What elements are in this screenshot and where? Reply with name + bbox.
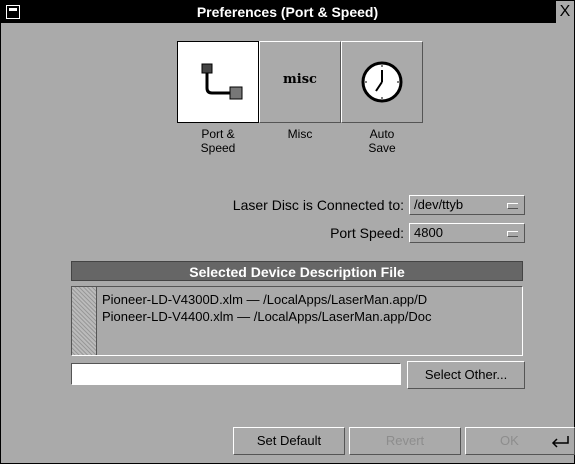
tab-misc[interactable]: misc	[259, 41, 341, 123]
select-other-button[interactable]: Select Other...	[407, 361, 525, 389]
list-item[interactable]: Pioneer-LD-V4300D.xlm — /LocalApps/Laser…	[102, 292, 427, 308]
ok-label: OK	[500, 433, 519, 448]
tab-misc-label: Misc	[287, 127, 313, 141]
device-section-header: Selected Device Description File	[71, 261, 523, 281]
tab-port-speed[interactable]	[177, 41, 259, 123]
device-file-list[interactable]: Pioneer-LD-V4300D.xlm — /LocalApps/Laser…	[71, 286, 523, 356]
title-bar[interactable]: Preferences (Port & Speed) X	[1, 1, 574, 23]
ok-button[interactable]: OK	[465, 427, 575, 455]
miniaturize-icon[interactable]	[6, 5, 20, 19]
tab-port-speed-label: Port & Speed	[200, 127, 236, 155]
close-icon[interactable]: X	[556, 1, 574, 23]
popup-arrow-icon	[507, 231, 518, 237]
set-default-button[interactable]: Set Default	[233, 427, 345, 455]
port-value: /dev/ttyb	[414, 197, 464, 212]
speed-label: Port Speed:	[330, 225, 404, 241]
return-key-icon	[551, 436, 569, 448]
speed-value: 4800	[414, 225, 443, 240]
tab-auto-save[interactable]	[341, 41, 423, 123]
list-scrollbar[interactable]	[72, 287, 97, 355]
preferences-window: Preferences (Port & Speed) X misc Port &…	[0, 0, 575, 464]
port-label: Laser Disc is Connected to:	[232, 197, 404, 213]
device-path-field[interactable]	[71, 363, 401, 385]
misc-icon: misc	[283, 72, 317, 87]
cable-port-icon	[201, 63, 243, 100]
tab-auto-save-label: Auto Save	[368, 127, 396, 155]
window-title: Preferences (Port & Speed)	[196, 4, 379, 20]
port-popup[interactable]: /dev/ttyb	[409, 195, 525, 215]
popup-arrow-icon	[507, 203, 518, 209]
revert-button[interactable]: Revert	[349, 427, 461, 455]
clock-icon	[361, 61, 403, 103]
speed-popup[interactable]: 4800	[409, 223, 525, 243]
list-item[interactable]: Pioneer-LD-V4400.xlm — /LocalApps/LaserM…	[102, 309, 432, 325]
